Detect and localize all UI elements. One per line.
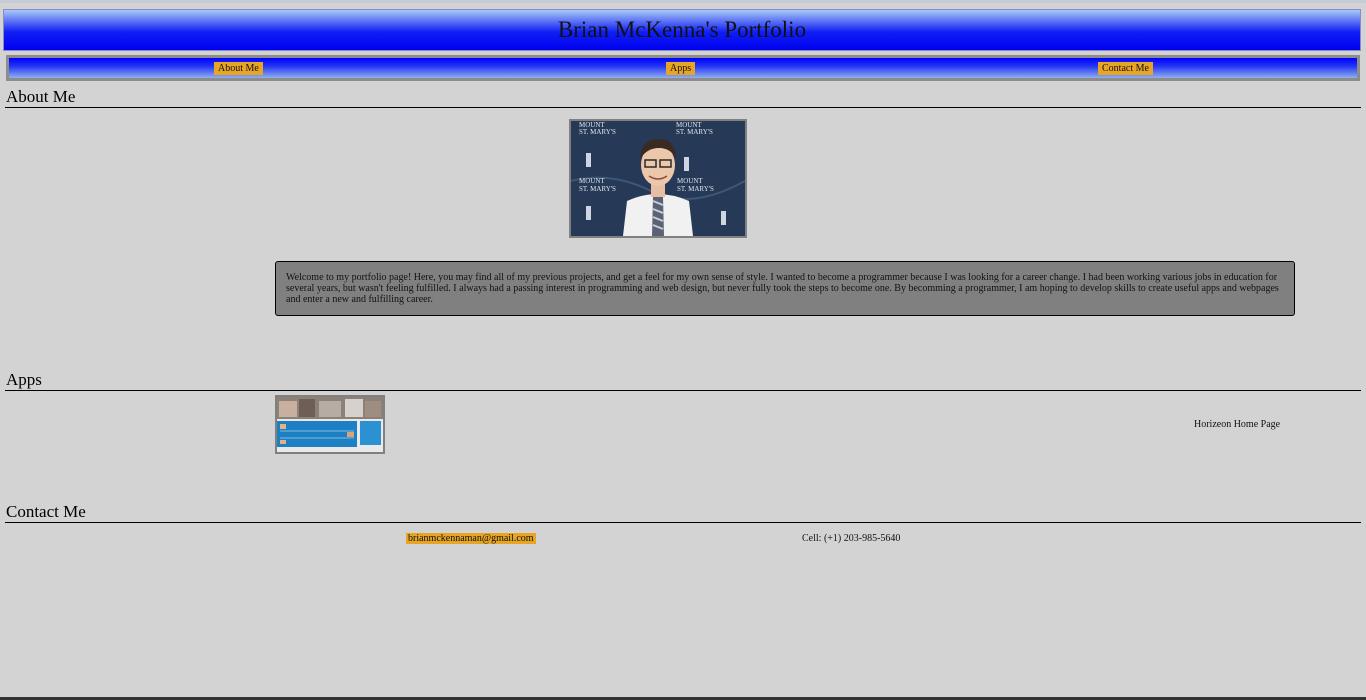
- app-label-horizeon: Horizeon Home Page: [1194, 419, 1281, 430]
- page-title: Brian McKenna's Portfolio: [557, 17, 807, 42]
- nav-bar: About Me Apps Contact Me: [6, 55, 1360, 81]
- svg-text:ST. MARY'S: ST. MARY'S: [676, 128, 713, 136]
- page-header: Brian McKenna's Portfolio: [3, 9, 1361, 51]
- contact-me-heading: Contact Me: [5, 502, 1361, 523]
- profile-photo: MOUNT ST. MARY'S MOUNT ST. MARY'S MOUNT …: [569, 119, 747, 238]
- nav-apps-button[interactable]: Apps: [666, 62, 696, 75]
- browser-top-strip: [0, 0, 1366, 3]
- svg-text:ST. MARY'S: ST. MARY'S: [677, 185, 714, 193]
- about-me-text: Welcome to my portfolio page! Here, you …: [275, 261, 1295, 316]
- phone-number: Cell: (+1) 203-985-5640: [802, 533, 901, 544]
- apps-heading: Apps: [5, 370, 1361, 391]
- app-screenshot-image: [277, 397, 383, 452]
- nav-about-me-button[interactable]: About Me: [214, 62, 263, 75]
- nav-contact-me-button[interactable]: Contact Me: [1098, 62, 1153, 75]
- svg-text:ST. MARY'S: ST. MARY'S: [579, 185, 616, 193]
- horizeon-app-thumbnail[interactable]: [275, 395, 385, 454]
- profile-photo-image: MOUNT ST. MARY'S MOUNT ST. MARY'S MOUNT …: [571, 121, 745, 236]
- email-link[interactable]: brianmckennaman@gmail.com: [406, 533, 536, 544]
- svg-text:MOUNT: MOUNT: [579, 177, 605, 185]
- about-me-heading: About Me: [5, 87, 1361, 108]
- svg-text:ST. MARY'S: ST. MARY'S: [579, 128, 616, 136]
- svg-text:MOUNT: MOUNT: [677, 177, 703, 185]
